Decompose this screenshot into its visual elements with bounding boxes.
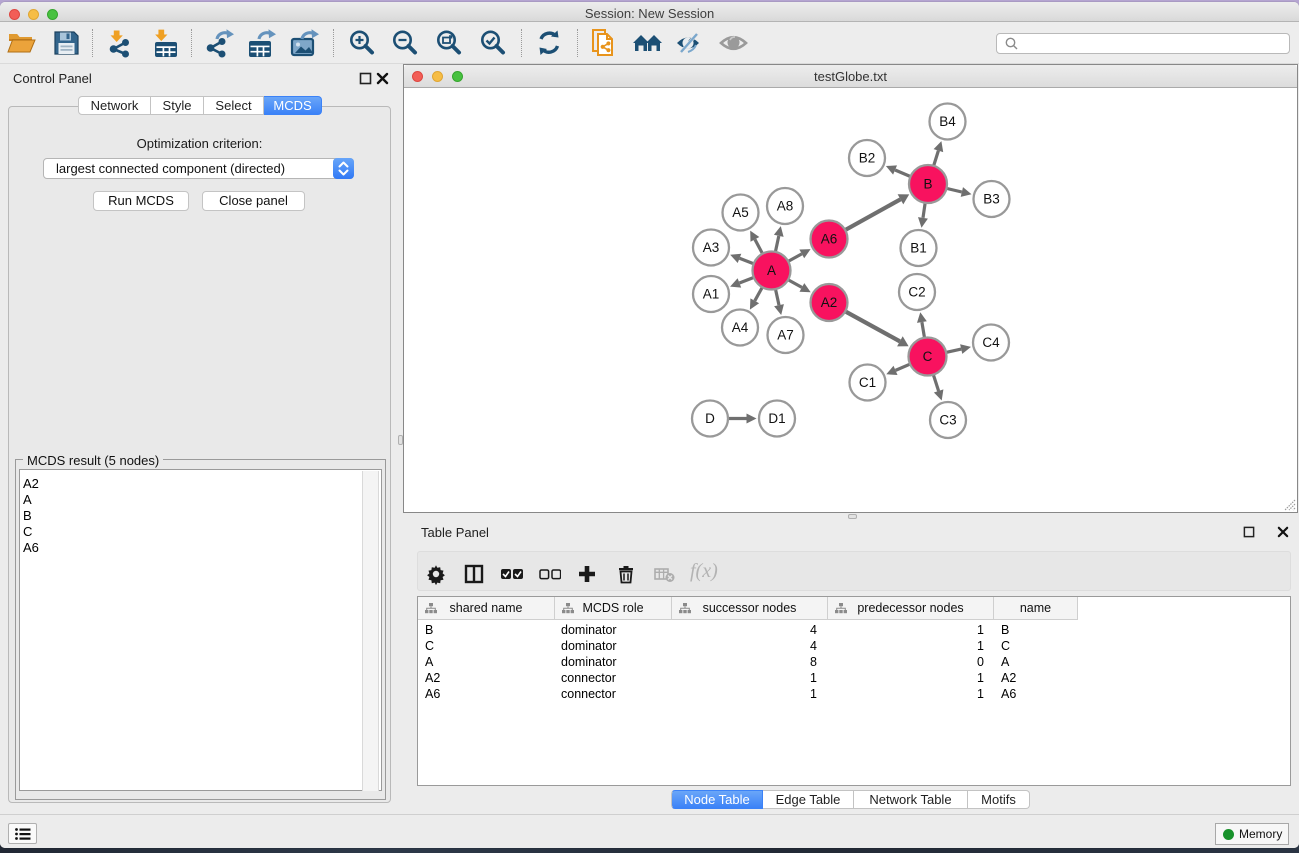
svg-text:A4: A4 — [732, 320, 749, 335]
svg-text:A6: A6 — [821, 231, 838, 246]
svg-text:A5: A5 — [732, 205, 749, 220]
svg-text:A8: A8 — [777, 198, 794, 213]
svg-text:D: D — [705, 411, 715, 426]
svg-text:A2: A2 — [821, 295, 838, 310]
svg-text:A1: A1 — [703, 286, 720, 301]
svg-text:B: B — [923, 176, 932, 191]
svg-text:C: C — [923, 349, 933, 364]
svg-text:B1: B1 — [910, 240, 927, 255]
svg-text:B4: B4 — [939, 114, 956, 129]
svg-text:B2: B2 — [859, 150, 876, 165]
svg-text:A7: A7 — [777, 327, 794, 342]
svg-text:A3: A3 — [703, 240, 720, 255]
svg-text:B3: B3 — [983, 191, 1000, 206]
svg-text:D1: D1 — [768, 411, 785, 426]
svg-text:C4: C4 — [982, 335, 1000, 350]
svg-text:C2: C2 — [908, 284, 925, 299]
svg-text:C3: C3 — [939, 412, 956, 427]
svg-text:C1: C1 — [859, 375, 876, 390]
svg-text:A: A — [767, 263, 776, 278]
